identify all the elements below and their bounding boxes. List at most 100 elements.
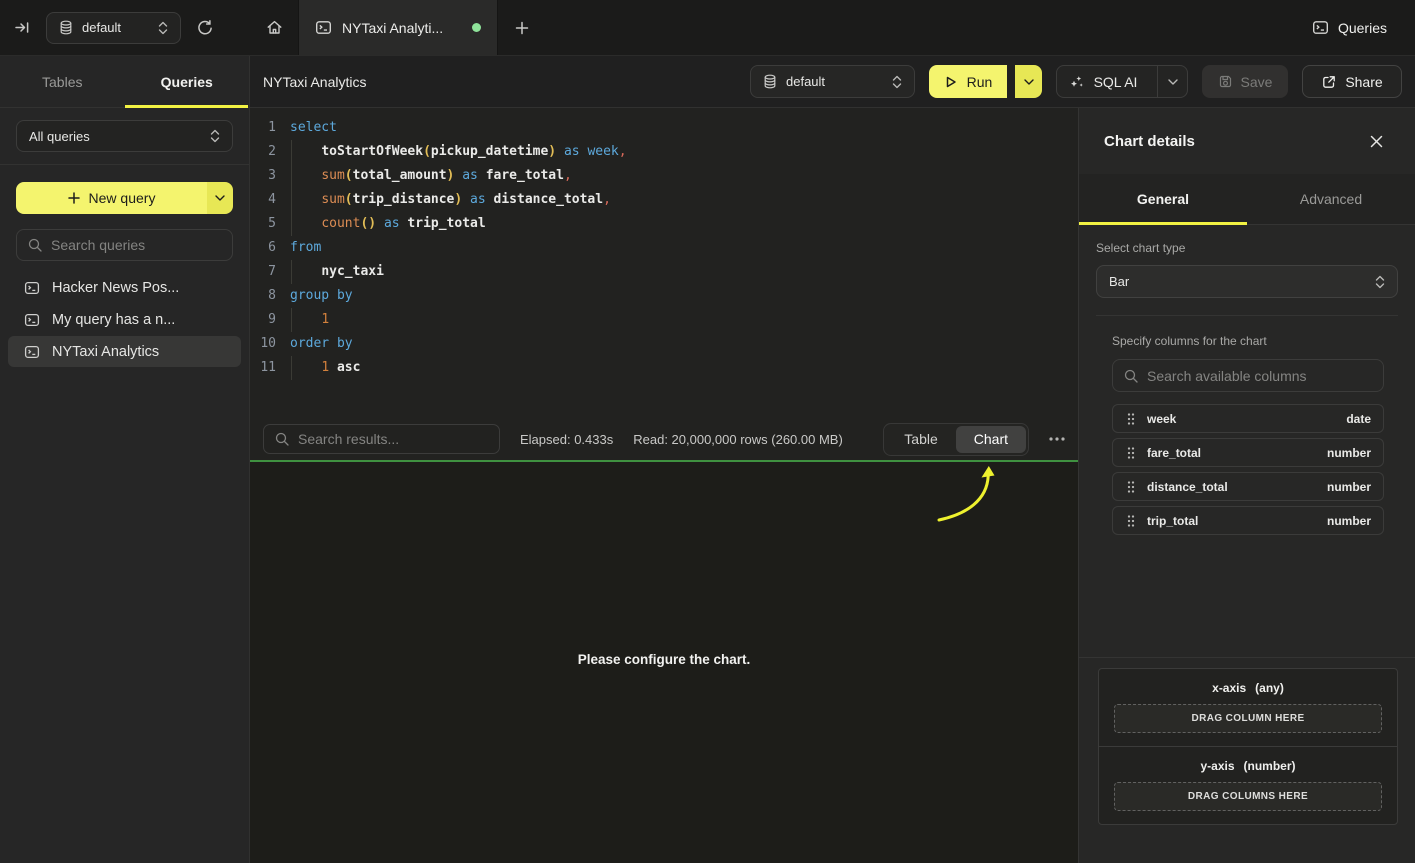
chevron-down-icon [215,195,225,201]
y-axis-drop-zone[interactable]: DRAG COLUMNS HERE [1114,782,1382,811]
queries-filter-value: All queries [29,129,201,144]
sql-console-app: default [0,0,1415,863]
sql-editor[interactable]: 1select2 toStartOfWeek(pickup_datetime) … [250,108,1078,418]
run-button[interactable]: Run [929,65,1007,98]
drag-handle-icon[interactable] [1127,481,1135,493]
sql-ai-split-button: SQL AI [1056,65,1188,98]
sql-ai-label: SQL AI [1094,74,1138,90]
chart-type-select[interactable]: Bar [1096,265,1398,298]
search-results-input[interactable] [298,431,488,447]
queries-menu-button[interactable]: Queries [1312,0,1387,55]
database-icon [763,74,777,89]
sql-ai-dropdown-button[interactable] [1157,66,1187,97]
panel-divider [1079,657,1415,658]
chart-type-value: Bar [1109,274,1366,289]
x-axis-section: x-axis (any) DRAG COLUMN HERE [1099,669,1397,746]
run-split-button: Run [929,65,1042,98]
column-type: number [1327,480,1371,494]
sidebar-query-item[interactable]: NYTaxi Analytics [8,336,241,367]
search-columns-input[interactable] [1147,368,1372,384]
search-icon [1124,369,1138,383]
home-tab[interactable] [250,0,298,55]
chart-column-row[interactable]: fare_total number [1112,438,1384,467]
code-line[interactable]: 3 sum(total_amount) as fare_total, [250,164,1078,188]
main-area: NYTaxi Analytics default [250,56,1415,863]
chart-view-tab[interactable]: Chart [956,426,1026,453]
chart-details-panel: Chart details General Advanced Select ch… [1078,108,1415,863]
run-options-button[interactable] [1015,65,1042,98]
query-item-label: NYTaxi Analytics [52,344,159,360]
code-line[interactable]: 8group by [250,284,1078,308]
save-label: Save [1241,74,1273,90]
results-more-button[interactable] [1049,437,1065,441]
run-label: Run [967,74,993,90]
line-number: 2 [250,140,276,164]
editor-column: 1select2 toStartOfWeek(pickup_datetime) … [250,108,1078,863]
sidebar-tab-queries[interactable]: Queries [125,56,250,107]
x-axis-drop-zone[interactable]: DRAG COLUMN HERE [1114,704,1382,733]
new-tab-button[interactable] [498,0,546,55]
code-line[interactable]: 5 count() as trip_total [250,212,1078,236]
code-line[interactable]: 4 sum(trip_distance) as distance_total, [250,188,1078,212]
query-terminal-icon [24,344,40,360]
panel-content: Select chart type Bar Specify columns [1079,225,1415,863]
new-query-dropdown-button[interactable] [207,182,233,214]
code-line[interactable]: 7 nyc_taxi [250,260,1078,284]
drag-handle-icon[interactable] [1127,413,1135,425]
search-queries-input[interactable] [51,237,221,253]
save-floppy-icon [1218,74,1233,89]
code-line[interactable]: 6from [250,236,1078,260]
close-icon [1370,135,1383,148]
run-database-selector[interactable]: default [750,65,915,98]
query-terminal-icon [1312,19,1329,36]
close-panel-button[interactable] [1370,135,1383,148]
view-switcher: Table Chart [883,423,1029,456]
panel-bottom-space [1096,825,1398,863]
share-button[interactable]: Share [1302,65,1402,98]
drag-handle-icon[interactable] [1127,447,1135,459]
chart-column-row[interactable]: trip_total number [1112,506,1384,535]
run-database-value: default [786,74,883,89]
sidebar-query-item[interactable]: My query has a n... [8,304,241,335]
code-line[interactable]: 1select [250,116,1078,140]
save-button[interactable]: Save [1202,65,1288,98]
y-axis-label: y-axis [1200,759,1234,773]
line-number: 3 [250,164,276,188]
chart-column-row[interactable]: week date [1112,404,1384,433]
code-line[interactable]: 10order by [250,332,1078,356]
share-icon [1321,74,1337,90]
refresh-button[interactable] [196,19,214,37]
database-selector[interactable]: default [46,12,181,44]
new-query-split-button: New query [16,182,233,214]
columns-search [1112,359,1384,392]
table-view-tab[interactable]: Table [886,426,955,453]
sidebar-search [16,229,233,261]
code-line[interactable]: 2 toStartOfWeek(pickup_datetime) as week… [250,140,1078,164]
query-tab-nytaxi[interactable]: NYTaxi Analyti... [298,0,498,55]
results-search [263,424,500,454]
panel-tab-advanced[interactable]: Advanced [1247,174,1415,224]
code-line[interactable]: 11 1 asc [250,356,1078,380]
x-axis-label: x-axis [1212,681,1246,695]
sidebar-tabs: Tables Queries [0,56,249,108]
code-line[interactable]: 9 1 [250,308,1078,332]
sql-ai-button[interactable]: SQL AI [1057,66,1149,97]
collapse-sidebar-button[interactable] [14,19,31,36]
panel-tab-general[interactable]: General [1079,174,1247,224]
queries-filter-select[interactable]: All queries [16,120,233,152]
axis-config-card: x-axis (any) DRAG COLUMN HERE y-axis (nu… [1098,668,1398,825]
saved-queries-list: Hacker News Pos... My query has a n... N… [8,272,241,367]
new-query-button[interactable]: New query [16,182,207,214]
database-selector-value: default [82,20,149,35]
new-query-label: New query [89,190,156,206]
chart-column-row[interactable]: distance_total number [1112,472,1384,501]
y-axis-section: y-axis (number) DRAG COLUMNS HERE [1099,746,1397,824]
drag-handle-icon[interactable] [1127,515,1135,527]
sidebar-query-item[interactable]: Hacker News Pos... [8,272,241,303]
results-toolbar: Elapsed: 0.433s Read: 20,000,000 rows (2… [250,418,1078,460]
sidebar-tab-tables[interactable]: Tables [0,56,125,107]
line-number: 5 [250,212,276,236]
arrow-to-bar-icon [14,19,31,36]
columns-label: Specify columns for the chart [1112,334,1384,348]
query-terminal-icon [24,312,40,328]
